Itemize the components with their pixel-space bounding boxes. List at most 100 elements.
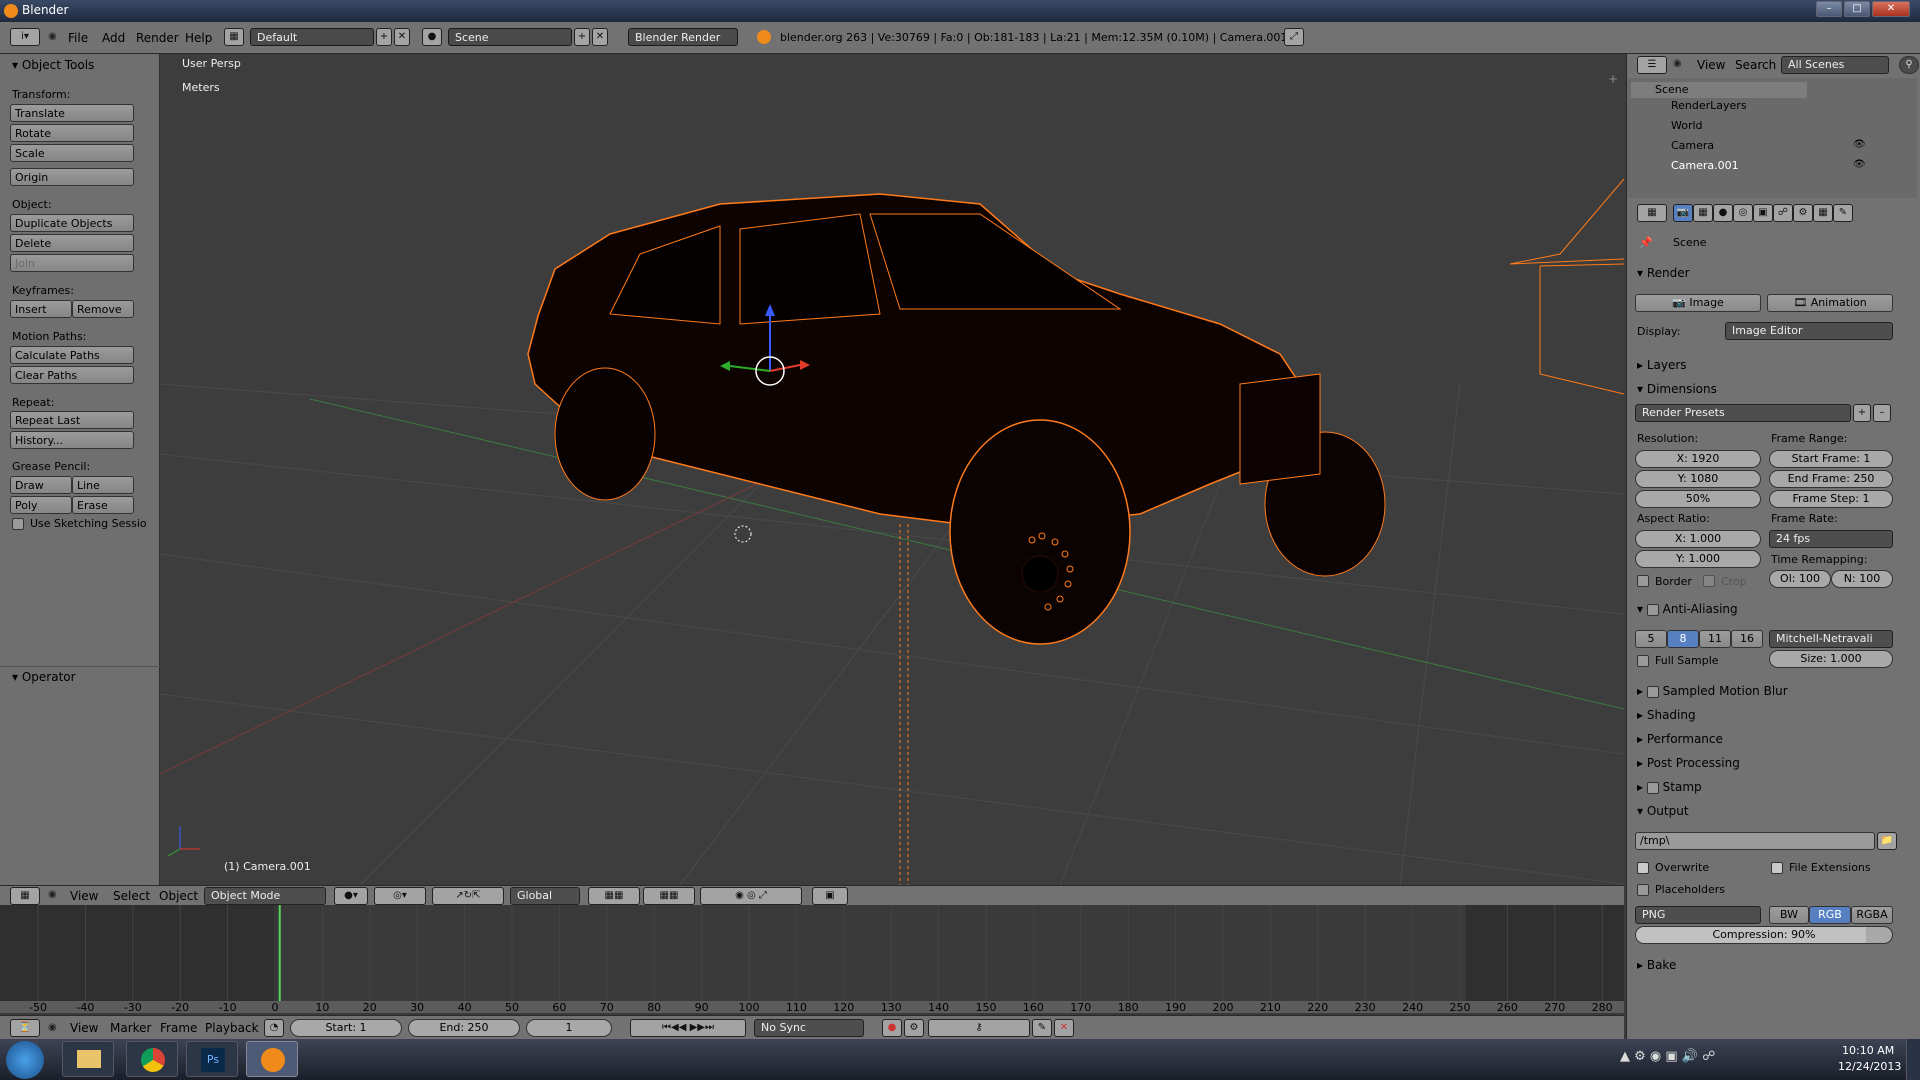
end-frame-prop-field[interactable]: End Frame: 250: [1769, 470, 1893, 488]
remap-new-field[interactable]: N: 100: [1831, 570, 1893, 588]
aspect-x-field[interactable]: X: 1.000: [1635, 530, 1761, 548]
menu-render[interactable]: Render: [136, 31, 179, 45]
fullscreen-icon[interactable]: ⤢: [1284, 28, 1304, 46]
border-checkbox[interactable]: [1637, 575, 1649, 587]
motion-blur-checkbox[interactable]: [1646, 685, 1659, 698]
add-preset-icon[interactable]: +: [1853, 404, 1871, 422]
rotate-button[interactable]: Rotate: [10, 124, 134, 142]
start-frame-field[interactable]: Start: 1: [290, 1019, 402, 1037]
clock-time[interactable]: 10:10 AM: [1842, 1044, 1894, 1057]
camera-frustum[interactable]: [1509, 178, 1624, 395]
menu-outliner-search[interactable]: Search: [1735, 58, 1776, 72]
remove-keyframe-button[interactable]: Remove: [72, 300, 134, 318]
output-panel-header[interactable]: ▾ Output: [1637, 804, 1689, 818]
minimize-button[interactable]: –: [1816, 1, 1842, 17]
viewport-shading-select[interactable]: ●▾: [334, 887, 368, 905]
3d-cursor-icon[interactable]: [734, 525, 752, 543]
render-panel-header[interactable]: ▾ Render: [1637, 266, 1690, 280]
remove-layout-icon[interactable]: ✕: [394, 28, 410, 46]
editor-type-3d-icon[interactable]: ▦: [10, 887, 40, 905]
color-rgb-button[interactable]: RGB: [1809, 906, 1851, 924]
menu-add[interactable]: Add: [102, 31, 125, 45]
outliner-item-world[interactable]: World: [1671, 119, 1703, 132]
clear-paths-button[interactable]: Clear Paths: [10, 366, 134, 384]
transform-orientation-select[interactable]: Global: [510, 887, 580, 905]
outliner-filter-select[interactable]: All Scenes: [1781, 56, 1889, 74]
car-model[interactable]: [527, 193, 1386, 645]
anti-aliasing-panel-header[interactable]: ▾ Anti-Aliasing: [1637, 602, 1738, 616]
texture-tab-icon[interactable]: ▦: [1813, 204, 1833, 222]
color-bw-button[interactable]: BW: [1769, 906, 1809, 924]
menu-select[interactable]: Select: [113, 889, 150, 903]
full-sample-checkbox[interactable]: [1637, 655, 1649, 667]
anti-aliasing-checkbox[interactable]: [1646, 603, 1659, 616]
outliner-item-renderlayers[interactable]: RenderLayers: [1671, 99, 1747, 112]
collapse-outliner-menu-icon[interactable]: ◉: [1673, 58, 1682, 69]
performance-panel-header[interactable]: ▸ Performance: [1637, 732, 1723, 746]
explorer-taskbar-icon[interactable]: [62, 1041, 114, 1077]
calculate-paths-button[interactable]: Calculate Paths: [10, 346, 134, 364]
menu-file[interactable]: File: [68, 31, 88, 45]
editor-type-outliner-icon[interactable]: ☰: [1637, 56, 1667, 74]
constraints-tab-icon[interactable]: ☍: [1773, 204, 1793, 222]
compression-slider[interactable]: Compression: 90%: [1635, 926, 1893, 944]
display-select[interactable]: Image Editor: [1725, 322, 1893, 340]
resolution-x-field[interactable]: X: 1920: [1635, 450, 1761, 468]
dimensions-panel-header[interactable]: ▾ Dimensions: [1637, 382, 1717, 396]
chrome-taskbar-icon[interactable]: [126, 1041, 178, 1077]
scene-tab-icon[interactable]: ●: [1713, 204, 1733, 222]
scene-icon[interactable]: ●: [422, 28, 442, 46]
remap-old-field[interactable]: Ol: 100: [1769, 570, 1831, 588]
frame-step-field[interactable]: Frame Step: 1: [1769, 490, 1893, 508]
overwrite-checkbox[interactable]: [1637, 862, 1649, 874]
layers-tab-icon[interactable]: ▦: [1693, 204, 1713, 222]
end-frame-field[interactable]: End: 250: [408, 1019, 520, 1037]
keying-set-field[interactable]: ⚷: [928, 1019, 1030, 1037]
layout-field[interactable]: Default: [250, 28, 374, 46]
placeholders-checkbox[interactable]: [1637, 884, 1649, 896]
area-split-icon[interactable]: +: [1608, 72, 1618, 86]
maximize-button[interactable]: □: [1844, 1, 1870, 17]
duplicate-objects-button[interactable]: Duplicate Objects: [10, 214, 134, 232]
erase-button[interactable]: Erase: [72, 496, 134, 514]
pin-icon[interactable]: 📌: [1639, 236, 1653, 249]
stamp-panel-header[interactable]: ▸ Stamp: [1637, 780, 1702, 794]
origin-button[interactable]: Origin: [10, 168, 134, 186]
delete-keyframe-icon[interactable]: ✕: [1054, 1019, 1074, 1037]
world-tab-icon[interactable]: ◎: [1733, 204, 1753, 222]
menu-playback[interactable]: Playback: [205, 1021, 259, 1035]
delete-button[interactable]: Delete: [10, 234, 134, 252]
editor-type-timeline-icon[interactable]: ⏳: [10, 1019, 40, 1037]
visibility-eye-icon[interactable]: 👁: [1853, 159, 1866, 170]
line-button[interactable]: Line: [72, 476, 134, 494]
3d-viewport[interactable]: User Persp Meters (1) Camera.001 +: [160, 54, 1624, 885]
join-button[interactable]: Join: [10, 254, 134, 272]
interaction-mode-select[interactable]: Object Mode: [204, 887, 326, 905]
color-rgba-button[interactable]: RGBA: [1851, 906, 1893, 924]
layers-grid-a[interactable]: ▦▦: [588, 887, 640, 905]
render-engine-select[interactable]: Blender Render: [628, 28, 738, 46]
repeat-last-button[interactable]: Repeat Last: [10, 411, 134, 429]
add-layout-icon[interactable]: +: [376, 28, 392, 46]
render-animation-button[interactable]: 🎞 Animation: [1767, 294, 1893, 312]
layers-panel-header[interactable]: ▸ Layers: [1637, 358, 1687, 372]
screen-layout-icon[interactable]: ▦: [224, 28, 244, 46]
preview-range-icon[interactable]: ◔: [264, 1019, 284, 1037]
timeline-area[interactable]: -50 -40 -30 -20 -10 0 10 20 30 40 50 60 70 80 90 100 110…: [0, 905, 1624, 1013]
timeline-editor[interactable]: -50 -40 -30 -20 -10 0 10 20 30 40 50 60 70 80 90 100 110…: [0, 905, 1624, 1026]
draw-button[interactable]: Draw: [10, 476, 72, 494]
render-presets-select[interactable]: Render Presets: [1635, 404, 1851, 422]
visibility-eye-icon[interactable]: 👁: [1853, 139, 1866, 150]
system-tray-icons[interactable]: ▲ ⚙ ◉ ▣ 🔊 ☍: [1620, 1049, 1715, 1064]
insert-keyframe-icon[interactable]: ✎: [1032, 1019, 1052, 1037]
keying-icon[interactable]: ⚙: [904, 1019, 924, 1037]
translate-button[interactable]: Translate: [10, 104, 134, 122]
aspect-y-field[interactable]: Y: 1.000: [1635, 550, 1761, 568]
file-format-select[interactable]: PNG: [1635, 906, 1761, 924]
aa-samples-8[interactable]: 8: [1667, 630, 1699, 648]
post-processing-panel-header[interactable]: ▸ Post Processing: [1637, 756, 1740, 770]
collapse-menu-icon[interactable]: ◉: [48, 31, 57, 42]
motion-blur-panel-header[interactable]: ▸ Sampled Motion Blur: [1637, 684, 1788, 698]
resolution-y-field[interactable]: Y: 1080: [1635, 470, 1761, 488]
menu-outliner-view[interactable]: View: [1697, 58, 1725, 72]
